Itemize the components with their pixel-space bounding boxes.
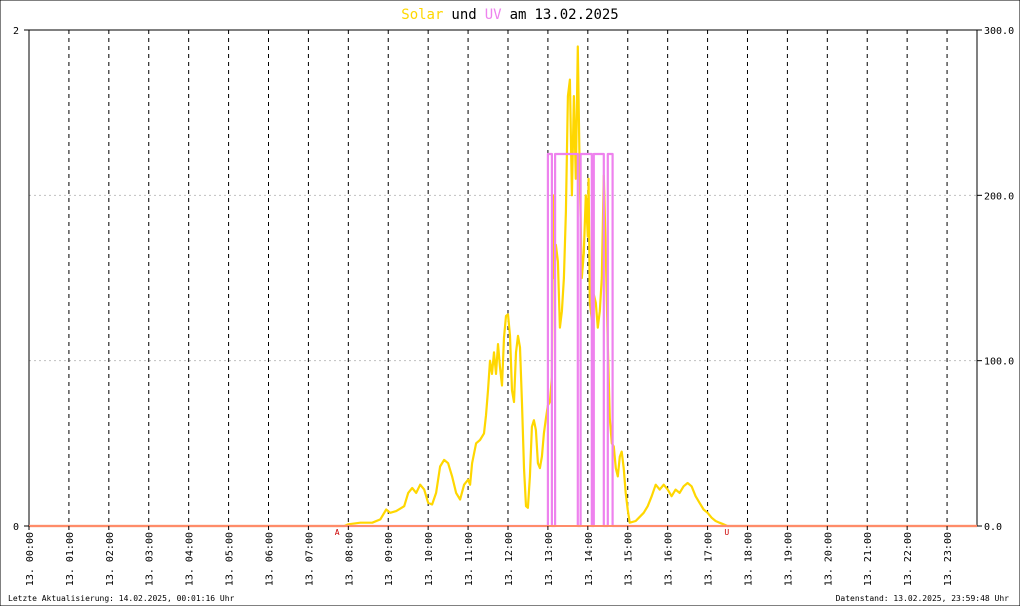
x-axis-tick-label: 13. 10:00	[424, 532, 435, 586]
title-am-word: am	[510, 7, 527, 23]
sun-marker-label: A	[335, 528, 340, 537]
footer-last-update: Letzte Aktualisierung: 14.02.2025, 00:01…	[8, 594, 235, 603]
x-axis-tick-label: 13. 05:00	[225, 532, 236, 586]
right-axis-tick-label: 0.0	[984, 522, 1002, 533]
x-axis-tick-label: 13. 19:00	[783, 532, 794, 586]
x-axis-tick-label: 13. 18:00	[743, 532, 754, 586]
x-axis-tick-label: 13. 22:00	[903, 532, 914, 586]
x-axis-tick-label: 13. 11:00	[464, 532, 475, 586]
title-uv-word: UV	[485, 7, 502, 23]
x-axis-tick-label: 13. 08:00	[344, 532, 355, 586]
footer-data-state: Datenstand: 13.02.2025, 23:59:48 Uhr	[836, 594, 1010, 603]
x-axis-tick-label: 13. 01:00	[65, 532, 76, 586]
x-axis-tick-label: 13. 09:00	[384, 532, 395, 586]
right-axis-tick-label: 300.0	[984, 26, 1014, 37]
sun-marker-label: U	[724, 528, 729, 537]
x-axis-tick-label: 13. 03:00	[145, 532, 156, 586]
x-axis-tick-label: 13. 14:00	[584, 532, 595, 586]
x-axis-tick-label: 13. 17:00	[704, 532, 715, 586]
left-axis-tick-label: 0	[13, 522, 19, 533]
right-axis-tick-label: 100.0	[984, 357, 1014, 368]
title-und-word: und	[451, 7, 476, 23]
x-axis-tick-label: 13. 20:00	[823, 532, 834, 586]
x-axis-tick-label: 13. 12:00	[504, 532, 515, 586]
x-axis-tick-label: 13. 15:00	[624, 532, 635, 586]
x-axis-tick-label: 13. 13:00	[544, 532, 555, 586]
solar-uv-chart: Solar und UV am 13.02.2025 0.0 100.0 200.0 300.…	[0, 0, 1020, 606]
left-axis-tick-label: 2	[13, 26, 19, 37]
x-axis-tick-label: 13. 21:00	[863, 532, 874, 586]
x-axis-tick-label: 13. 16:00	[664, 532, 675, 586]
x-axis-tick-label: 13. 23:00	[943, 532, 954, 586]
title-solar-word: Solar	[401, 7, 443, 23]
x-axis-tick-label: 13. 07:00	[304, 532, 315, 586]
x-axis-tick-label: 13. 02:00	[105, 532, 116, 586]
title-date: 13.02.2025	[534, 7, 618, 23]
right-axis-tick-label: 200.0	[984, 191, 1014, 202]
x-axis-tick-label: 13. 00:00	[25, 532, 36, 586]
x-axis-tick-label: 13. 04:00	[185, 532, 196, 586]
x-axis-tick-label: 13. 06:00	[264, 532, 275, 586]
chart-title: Solar und UV am 13.02.2025	[401, 7, 618, 23]
